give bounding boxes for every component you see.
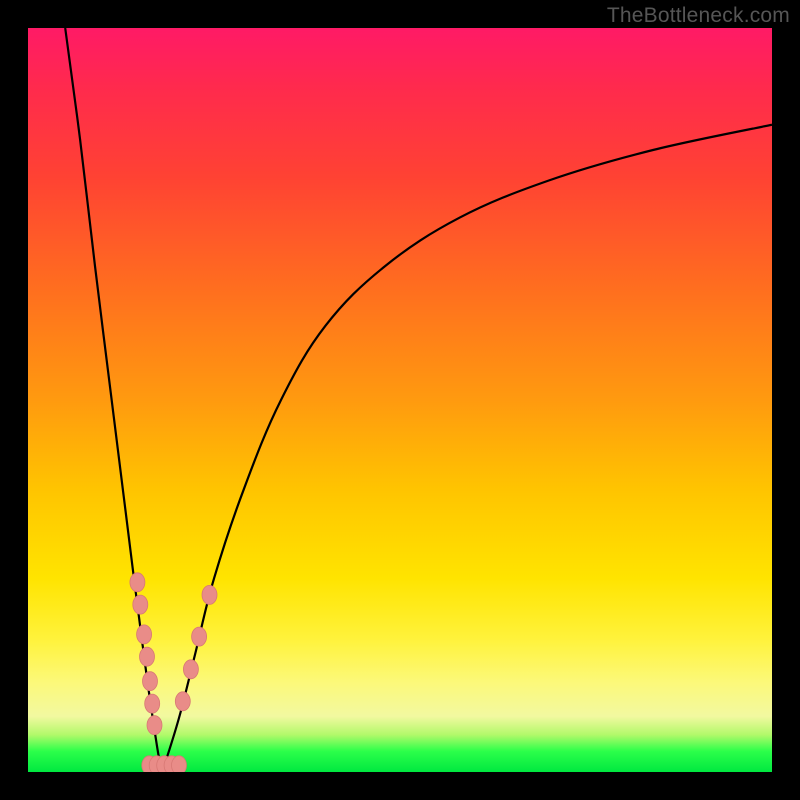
data-marker: [145, 694, 160, 713]
data-marker: [137, 625, 152, 644]
data-markers: [130, 573, 217, 772]
data-marker: [140, 647, 155, 666]
data-marker: [175, 692, 190, 711]
watermark-text: TheBottleneck.com: [607, 4, 790, 28]
chart-frame: TheBottleneck.com: [0, 0, 800, 800]
data-marker: [143, 672, 158, 691]
data-marker: [192, 627, 207, 646]
chart-plot-area: [28, 28, 772, 772]
data-marker: [130, 573, 145, 592]
data-marker: [183, 660, 198, 679]
chart-svg: [28, 28, 772, 772]
data-marker: [147, 716, 162, 735]
data-marker: [202, 585, 217, 604]
data-marker: [172, 756, 187, 772]
data-marker: [133, 595, 148, 614]
curve-right-branch: [162, 125, 772, 772]
